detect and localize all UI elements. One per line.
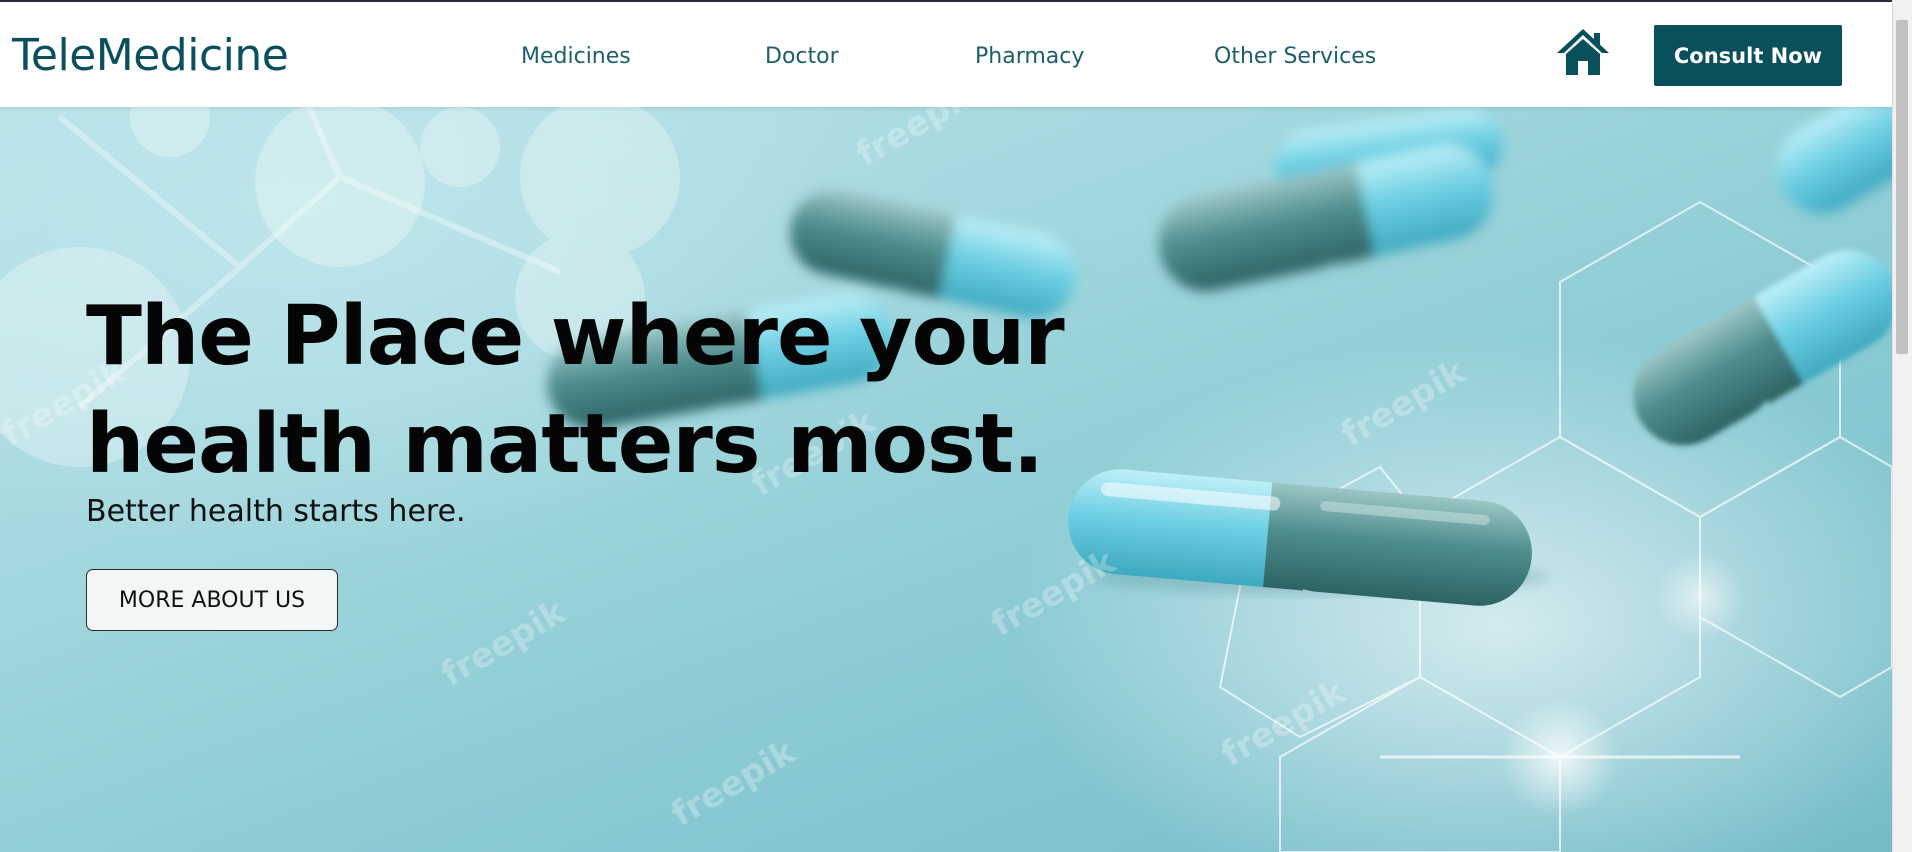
nav-link-other-services[interactable]: Other Services	[1214, 44, 1376, 69]
navbar: TeleMedicine Medicines Doctor Pharmacy O…	[0, 2, 1892, 107]
watermark-text: freepik	[985, 541, 1124, 644]
scrollbar-thumb[interactable]	[1896, 20, 1908, 354]
home-button[interactable]	[1555, 27, 1611, 77]
consult-now-button[interactable]: Consult Now	[1654, 25, 1842, 86]
brand-logo[interactable]: TeleMedicine	[12, 30, 289, 81]
hero-headline: The Place where your health matters most…	[86, 289, 1065, 492]
watermark-text: freepik	[1215, 671, 1354, 774]
watermark-text: freepik	[435, 591, 574, 694]
nav-link-doctor[interactable]: Doctor	[765, 44, 839, 69]
hero-section: freepik freepik freepik freepik freepik …	[0, 107, 1892, 852]
nav-link-pharmacy[interactable]: Pharmacy	[975, 44, 1084, 69]
watermark-text: freepik	[665, 731, 804, 834]
home-icon	[1557, 29, 1609, 75]
watermark-text: freepik	[850, 107, 989, 175]
nav-link-medicines[interactable]: Medicines	[521, 44, 631, 69]
hero-subline: Better health starts here.	[86, 494, 466, 529]
watermark-text: freepik	[1335, 351, 1474, 454]
more-about-us-button[interactable]: MORE ABOUT US	[86, 569, 338, 631]
